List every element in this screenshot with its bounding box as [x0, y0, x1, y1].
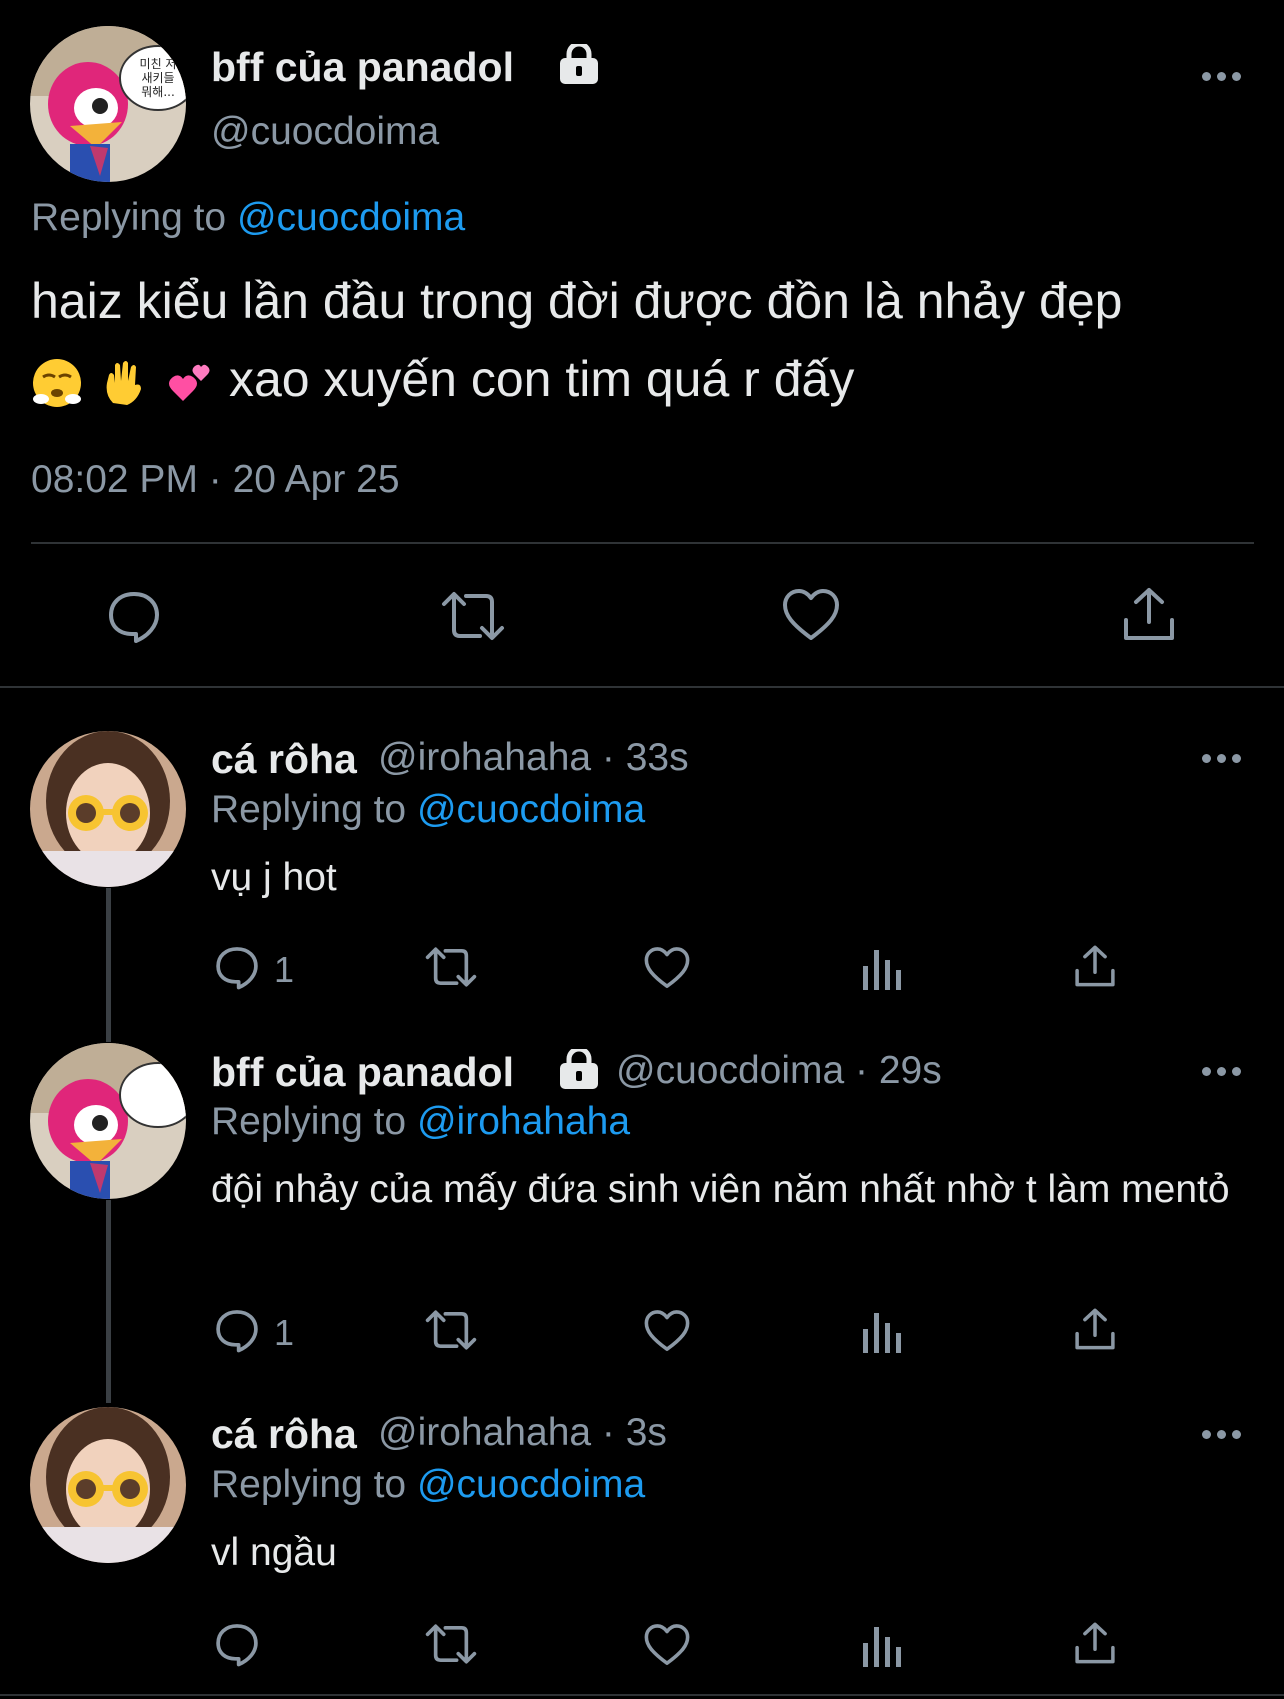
reply-replying-to: Replying to @irohahaha: [211, 1100, 630, 1144]
replying-mention[interactable]: @cuocdoima: [417, 788, 645, 831]
like-icon: [644, 947, 690, 989]
replying-mention[interactable]: @irohahaha: [417, 1100, 630, 1143]
main-tweet-text: haiz kiểu lần đầu trong đời được đồn là …: [31, 262, 1271, 418]
retweet-button[interactable]: [424, 946, 478, 988]
lock-icon: [558, 1046, 600, 1096]
reply-text: vụ j hot: [211, 856, 337, 899]
main-text-line2: xao xuyến con tim quá r đấy: [31, 340, 1271, 418]
divider: [0, 686, 1284, 688]
reply-button[interactable]: [214, 944, 260, 990]
retweet-icon: [425, 947, 477, 987]
reply-avatar[interactable]: [30, 1043, 186, 1199]
retweet-button[interactable]: [424, 1623, 478, 1665]
avatar-speech-line1: 미친 저: [140, 57, 177, 71]
main-text-line1: haiz kiểu lần đầu trong đời được đồn là …: [31, 273, 1123, 329]
retweet-icon: [425, 1624, 477, 1664]
main-display-name[interactable]: bff của panadol: [211, 44, 514, 91]
reply-icon: [216, 1624, 258, 1667]
reply-handle[interactable]: @irohahaha · 3s: [378, 1411, 667, 1455]
main-handle[interactable]: @cuocdoima: [211, 110, 439, 154]
divider: [0, 1694, 1284, 1696]
replying-prefix: Replying to: [31, 196, 227, 239]
divider: [31, 542, 1254, 544]
reply-display-name[interactable]: cá rôha: [211, 1411, 357, 1458]
thread-line: [106, 1200, 111, 1403]
share-icon: [1124, 588, 1174, 640]
reply-text: đội nhảy của mấy đứa sinh viên năm nhất …: [211, 1168, 1230, 1211]
main-replying-to: Replying to @cuocdoima: [31, 196, 465, 240]
main-text-line2-text: xao xuyến con tim quá r đấy: [229, 351, 855, 407]
views-button[interactable]: [862, 948, 902, 990]
huffing-face-emoji-icon: [33, 358, 81, 407]
share-button[interactable]: [1074, 1621, 1116, 1665]
retweet-button[interactable]: [424, 1309, 478, 1351]
like-icon: [644, 1624, 690, 1666]
replying-prefix: Replying to: [211, 788, 407, 831]
views-icon: [863, 1313, 901, 1353]
thread-line: [106, 888, 111, 1042]
reply-display-name[interactable]: bff của panadol: [211, 1049, 514, 1096]
more-icon[interactable]: [1202, 1430, 1242, 1440]
main-timestamp[interactable]: 08:02 PM · 20 Apr 25: [31, 458, 400, 502]
reply-button[interactable]: [214, 1621, 260, 1667]
replying-prefix: Replying to: [211, 1463, 407, 1506]
more-icon[interactable]: [1202, 72, 1242, 82]
share-button[interactable]: [1074, 944, 1116, 988]
reply-replying-to: Replying to @cuocdoima: [211, 1463, 645, 1507]
views-button[interactable]: [862, 1311, 902, 1353]
retweet-button[interactable]: [440, 590, 506, 642]
two-hearts-emoji-icon: [169, 364, 210, 401]
retweet-icon: [425, 1310, 477, 1350]
reply-replying-to: Replying to @cuocdoima: [211, 788, 645, 832]
reply-handle[interactable]: @irohahaha · 33s: [378, 736, 689, 780]
reply-icon: [109, 592, 159, 643]
views-icon: [863, 950, 901, 990]
replying-prefix: Replying to: [211, 1100, 407, 1143]
retweet-icon: [442, 592, 504, 640]
share-icon: [1075, 945, 1115, 987]
avatar-speech-line3: 뭐해...: [141, 85, 175, 99]
reply-count: 1: [274, 1312, 295, 1353]
views-icon: [863, 1627, 901, 1667]
reply-text: vl ngầu: [211, 1531, 337, 1574]
more-icon[interactable]: [1202, 754, 1242, 764]
share-button[interactable]: [1074, 1307, 1116, 1351]
like-button[interactable]: [782, 588, 840, 642]
reply-icon: [216, 947, 258, 990]
reply-avatar[interactable]: [30, 1407, 186, 1563]
reply-button[interactable]: [214, 1307, 260, 1353]
reply-handle[interactable]: @cuocdoima · 29s: [616, 1049, 942, 1093]
like-button[interactable]: [644, 946, 690, 990]
like-button[interactable]: [644, 1309, 690, 1353]
reply-icon: [216, 1310, 258, 1353]
share-icon: [1075, 1622, 1115, 1664]
reply-avatar[interactable]: [30, 731, 186, 887]
avatar-speech-line2: 새키들: [141, 71, 174, 85]
replying-mention[interactable]: @cuocdoima: [237, 196, 465, 239]
reply-button[interactable]: [106, 588, 162, 644]
reply-display-name[interactable]: cá rôha: [211, 736, 357, 783]
views-button[interactable]: [862, 1625, 902, 1667]
like-button[interactable]: [644, 1623, 690, 1667]
raised-hand-emoji-icon: [106, 360, 141, 405]
share-icon: [1075, 1308, 1115, 1350]
like-icon: [644, 1310, 690, 1352]
lock-icon: [558, 41, 600, 91]
reply-count: 1: [274, 949, 295, 990]
more-icon[interactable]: [1202, 1067, 1242, 1077]
share-button[interactable]: [1122, 586, 1176, 642]
main-avatar[interactable]: 미친 저 새키들 뭐해...: [30, 26, 186, 182]
like-icon: [783, 589, 839, 640]
replying-mention[interactable]: @cuocdoima: [417, 1463, 645, 1506]
